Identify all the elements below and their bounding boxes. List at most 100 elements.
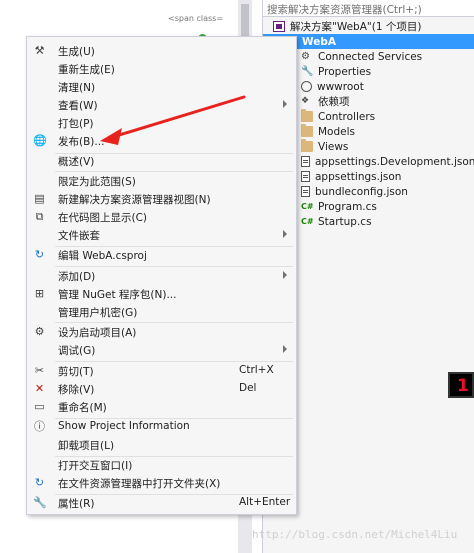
solution-explorer-search-input[interactable]: 搜索解决方案资源管理器(Ctrl+;)	[263, 0, 474, 17]
menu-item-set-startup[interactable]: ⚙ 设为启动项目(A)	[27, 323, 296, 341]
tree-item-label: Program.cs	[318, 200, 377, 213]
menu-item-label: 查看(W)	[58, 100, 98, 112]
json-file-icon	[301, 171, 310, 182]
rename-icon: ▭	[34, 400, 45, 413]
wrench-icon: 🔧	[33, 496, 47, 509]
annotation-badge: 1	[448, 372, 474, 398]
gear-icon: ⚙	[34, 325, 45, 338]
tree-item-solution[interactable]: 解决方案"WebA"(1 个项目)	[263, 19, 474, 34]
menu-item-show-on-code-map[interactable]: ⧉ 在代码图上显示(C)	[27, 208, 296, 226]
menu-item-shortcut: Ctrl+X	[239, 364, 274, 376]
menu-item-shortcut: Del	[239, 382, 257, 394]
menu-item-scope-to-this[interactable]: 限定为此范围(S)	[27, 172, 296, 190]
folder-icon	[301, 124, 313, 137]
tree-item-label: appsettings.Development.json	[315, 155, 474, 168]
folder-icon	[301, 109, 313, 122]
tree-item-label: 依赖项	[318, 96, 350, 108]
menu-item-label: 添加(D)	[58, 271, 96, 283]
menu-item-manage-user-secrets[interactable]: 管理用户机密(G)	[27, 303, 296, 321]
menu-item-rebuild[interactable]: 重新生成(E)	[27, 60, 296, 78]
menu-item-label: 文件嵌套	[58, 230, 100, 242]
menu-item-pack[interactable]: 打包(P)	[27, 114, 296, 132]
project-context-menu: ⚒ 生成(U) 重新生成(E) 清理(N) 查看(W) 打包(P) 🌐 发布(B…	[26, 36, 297, 515]
menu-item-label: 剪切(T)	[58, 366, 94, 378]
menu-item-debug[interactable]: 调试(G)	[27, 341, 296, 359]
dependencies-icon: ❖	[301, 96, 310, 106]
badge-label: 1	[457, 376, 469, 396]
menu-item-rename[interactable]: ▭ 重命名(M)	[27, 398, 296, 416]
menu-item-open-in-explorer[interactable]: ↻ 在文件资源管理器中打开文件夹(X)	[27, 474, 296, 492]
menu-item-add[interactable]: 添加(D)	[27, 267, 296, 285]
menu-item-view[interactable]: 查看(W)	[27, 96, 296, 114]
menu-item-label: 管理 NuGet 程序包(N)...	[58, 289, 177, 301]
menu-item-overview[interactable]: 概述(V)	[27, 152, 296, 170]
tree-item-label: Startup.cs	[318, 215, 372, 228]
menu-item-label: 卸载项目(L)	[58, 440, 115, 452]
menu-item-label: 编辑 WebA.csproj	[58, 250, 147, 262]
tree-item-label: Models	[318, 125, 355, 138]
menu-item-label: 打包(P)	[58, 118, 94, 130]
submenu-arrow-icon	[283, 271, 287, 279]
menu-item-label: 新建解决方案资源管理器视图(N)	[58, 194, 211, 206]
menu-item-label: 重命名(M)	[58, 402, 107, 414]
menu-item-unload-project[interactable]: 卸载项目(L)	[27, 436, 296, 454]
folder-icon	[301, 139, 313, 152]
connected-services-icon: ⚙	[301, 51, 310, 62]
menu-item-build[interactable]: ⚒ 生成(U)	[27, 42, 296, 60]
menu-item-properties[interactable]: 🔧 属性(R) Alt+Enter	[27, 494, 296, 512]
menu-item-label: 移除(V)	[58, 384, 95, 396]
watermark: http://blog.csdn.net/Michel4Liu	[252, 528, 458, 541]
menu-item-label: 打开交互窗口(I)	[58, 460, 133, 472]
tree-item-label: Properties	[318, 65, 372, 78]
menu-item-publish[interactable]: 🌐 发布(B)...	[27, 132, 296, 150]
tree-item-label: 解决方案"WebA"(1 个项目)	[290, 21, 422, 33]
menu-item-label: 重新生成(E)	[58, 64, 115, 76]
tree-item-label: WebA	[302, 35, 336, 48]
code-map-icon: ⧉	[35, 210, 44, 223]
json-file-icon	[301, 186, 310, 197]
remove-x-icon: ✕	[34, 382, 45, 395]
menu-item-open-interactive[interactable]: 打开交互窗口(I)	[27, 456, 296, 474]
properties-icon: 🔧	[301, 66, 314, 77]
menu-item-label: 在代码图上显示(C)	[58, 212, 148, 224]
csharp-file-icon: C#	[301, 217, 314, 226]
menu-item-remove[interactable]: ✕ 移除(V) Del	[27, 380, 296, 398]
solution-icon	[273, 21, 285, 32]
json-file-icon	[301, 156, 310, 167]
menu-item-label: 设为启动项目(A)	[58, 327, 137, 339]
open-folder-icon: ↻	[34, 476, 45, 489]
menu-item-label: 生成(U)	[58, 46, 95, 58]
menu-item-cut[interactable]: ✂ 剪切(T) Ctrl+X	[27, 362, 296, 380]
menu-item-manage-nuget[interactable]: ⊞ 管理 NuGet 程序包(N)...	[27, 285, 296, 303]
menu-item-clean[interactable]: 清理(N)	[27, 78, 296, 96]
edit-project-icon: ↻	[34, 248, 45, 261]
new-view-icon: ▤	[34, 192, 45, 205]
tree-item-label: wwwroot	[317, 80, 364, 93]
menu-item-shortcut: Alt+Enter	[239, 496, 291, 508]
menu-item-new-explorer-view[interactable]: ▤ 新建解决方案资源管理器视图(N)	[27, 190, 296, 208]
editor-code-snippet: <span class=	[168, 14, 224, 23]
nuget-icon: ⊞	[34, 287, 45, 300]
scissors-icon: ✂	[34, 364, 45, 377]
globe-icon	[301, 81, 312, 92]
submenu-arrow-icon	[283, 230, 287, 238]
menu-item-label: 管理用户机密(G)	[58, 307, 138, 319]
tree-item-label: appsettings.json	[315, 170, 402, 183]
publish-globe-icon: 🌐	[33, 134, 47, 147]
menu-item-label: 清理(N)	[58, 82, 96, 94]
tree-item-label: Connected Services	[318, 50, 423, 63]
menu-item-label: 发布(B)...	[58, 136, 105, 148]
tree-item-label: Controllers	[318, 110, 376, 123]
menu-item-file-nesting[interactable]: 文件嵌套	[27, 226, 296, 244]
menu-item-label: 调试(G)	[58, 345, 96, 357]
submenu-arrow-icon	[283, 345, 287, 353]
tree-item-label: bundleconfig.json	[315, 185, 408, 198]
submenu-arrow-icon	[283, 100, 287, 108]
csharp-file-icon: C#	[301, 202, 314, 211]
menu-item-label: Show Project Information	[58, 420, 190, 432]
menu-item-label: 限定为此范围(S)	[58, 176, 136, 188]
menu-item-label: 属性(R)	[58, 498, 95, 510]
menu-item-edit-csproj[interactable]: ↻ 编辑 WebA.csproj	[27, 246, 296, 264]
menu-item-label: 概述(V)	[58, 156, 95, 168]
menu-item-show-project-info[interactable]: ⓘ Show Project Information	[27, 418, 296, 436]
